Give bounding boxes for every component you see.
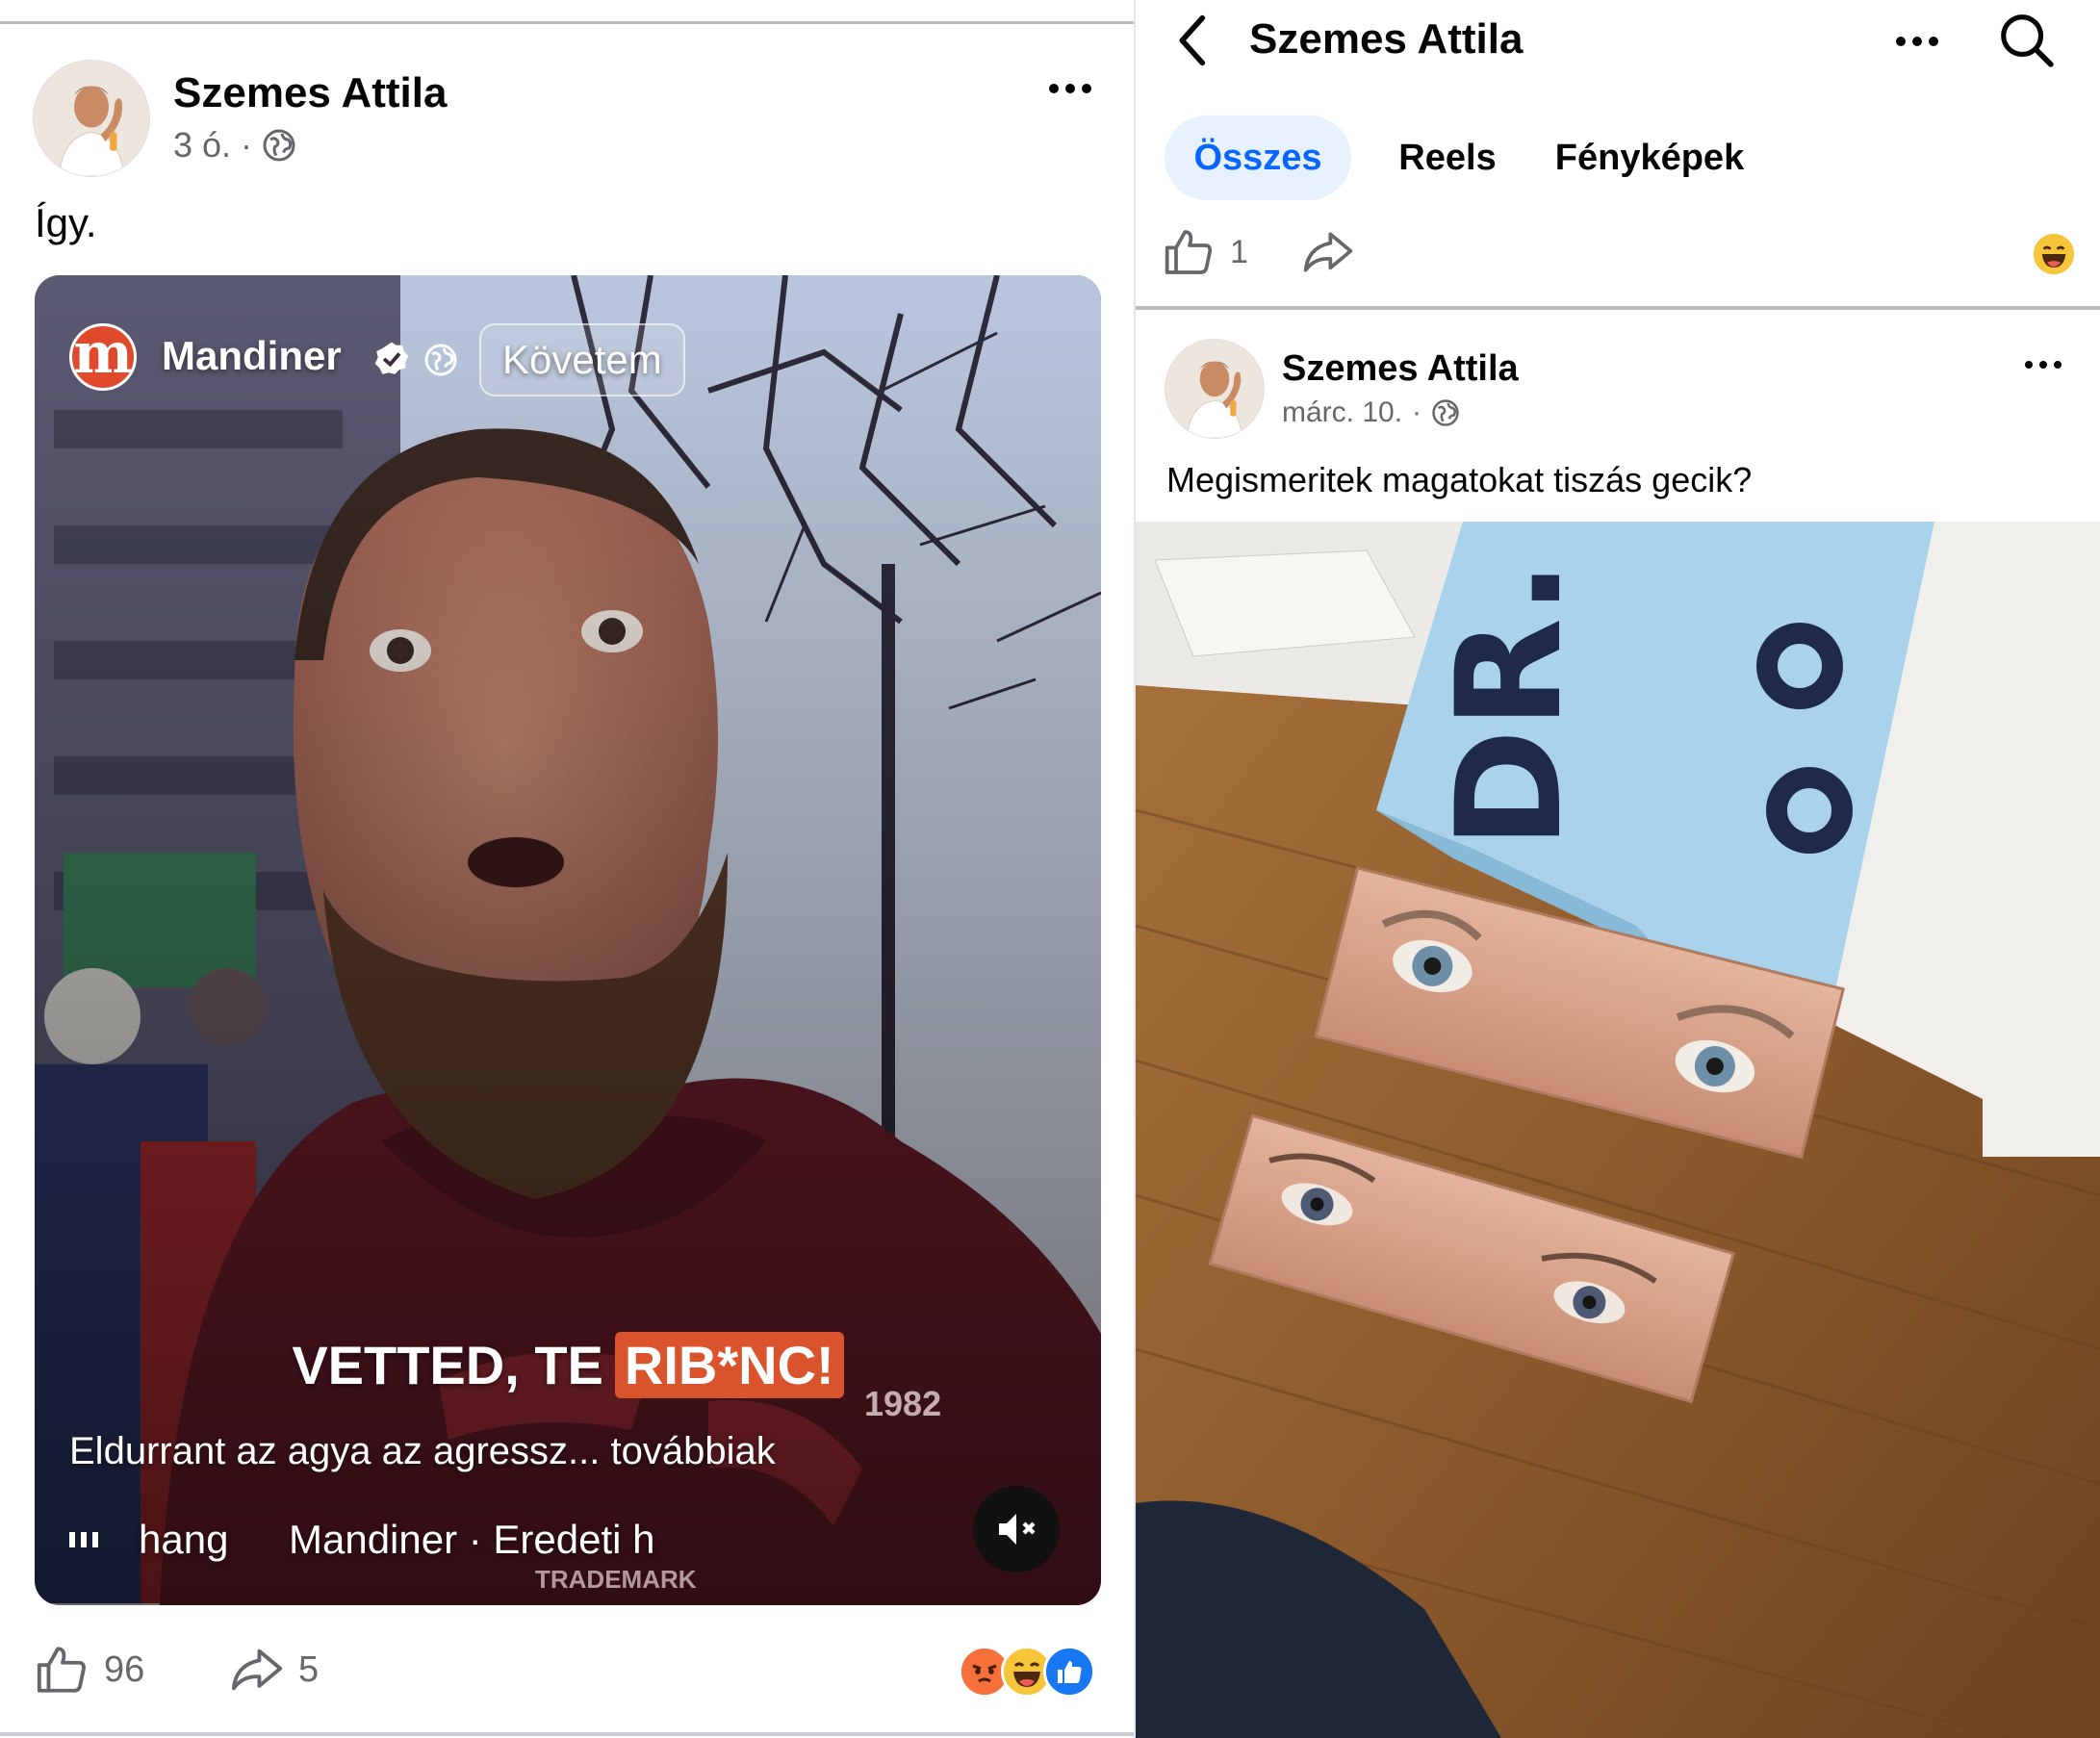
more-icon[interactable] xyxy=(1049,84,1091,93)
shirt-trademark: TRADEMARK xyxy=(535,1565,697,1594)
video-player[interactable]: m Mandiner Követem VETTED, TE RIB*NC! 19… xyxy=(35,275,1101,1605)
reaction-summary[interactable] xyxy=(959,1646,1103,1700)
meta-separator: · xyxy=(241,125,253,165)
audio-bars-icon xyxy=(69,1528,98,1547)
follow-button[interactable]: Követem xyxy=(479,323,685,396)
left-post-panel: Szemes Attila 3 ó. · Így. m Mandiner Köv… xyxy=(0,0,1136,1738)
tab-reels[interactable]: Reels xyxy=(1380,115,1515,200)
like-button[interactable]: 1 xyxy=(1163,225,1248,279)
like-button[interactable]: 96 xyxy=(35,1642,144,1698)
share-button[interactable]: 5 xyxy=(229,1642,319,1698)
haha-reaction-icon[interactable] xyxy=(2031,231,2077,277)
top-divider xyxy=(0,21,1136,24)
like-reaction-icon xyxy=(1043,1646,1095,1698)
globe-icon xyxy=(1432,399,1459,426)
share-count: 5 xyxy=(298,1649,320,1690)
meta-separator: · xyxy=(1412,396,1422,428)
mute-icon xyxy=(999,1514,1036,1545)
like-icon xyxy=(1165,230,1213,274)
follow-label: Követem xyxy=(502,337,662,382)
post-text: Így. xyxy=(35,200,97,245)
globe-icon xyxy=(263,129,295,162)
share-icon xyxy=(231,1649,283,1691)
post-meta: 3 ó. · xyxy=(173,125,296,166)
like-count: 96 xyxy=(104,1649,145,1690)
headline-highlight: RIB*NC! xyxy=(614,1332,844,1398)
post-text: Megismeritek magatokat tiszás gecik? xyxy=(1166,460,1753,499)
video-caption[interactable]: Eldurrant az agya az agressz... továbbia… xyxy=(69,1430,776,1473)
bottom-divider xyxy=(0,1732,1136,1736)
back-icon[interactable] xyxy=(1172,13,1215,67)
verified-icon xyxy=(374,342,409,374)
headline-text: VETTED, TE xyxy=(292,1335,603,1395)
mute-button[interactable] xyxy=(973,1486,1060,1572)
audio-source[interactable]: Mandiner · Eredeti h xyxy=(289,1517,741,1563)
shirt-year: 1982 xyxy=(864,1384,942,1423)
post-time: márc. 10. xyxy=(1282,396,1403,428)
photo-image: DR. FA xyxy=(1136,522,2100,1738)
post-time: 3 ó. xyxy=(173,125,232,165)
post-photo[interactable]: DR. FA xyxy=(1136,522,2100,1738)
avatar-photo xyxy=(34,61,149,176)
tab-osszes[interactable]: Összes xyxy=(1165,115,1351,200)
more-icon[interactable] xyxy=(1896,37,1938,46)
audio-label[interactable]: hang xyxy=(139,1517,228,1563)
avatar[interactable] xyxy=(33,60,150,177)
share-icon xyxy=(1303,232,1353,272)
globe-icon xyxy=(424,344,457,376)
post-author[interactable]: Szemes Attila xyxy=(1282,348,1519,390)
logo-letter: m xyxy=(73,320,133,386)
page-logo[interactable]: m xyxy=(69,323,137,391)
poster-text: DR. FA xyxy=(1426,522,1594,849)
like-icon xyxy=(37,1647,86,1693)
like-count: 1 xyxy=(1230,233,1248,270)
page-name[interactable]: Mandiner xyxy=(162,333,342,379)
more-icon[interactable] xyxy=(2025,361,2062,369)
avatar-photo xyxy=(1165,340,1264,438)
avatar[interactable] xyxy=(1165,339,1265,439)
tab-fenykepek[interactable]: Fényképek xyxy=(1544,115,1755,200)
header-title: Szemes Attila xyxy=(1249,15,1524,63)
post-meta: márc. 10. · xyxy=(1282,396,1460,429)
search-icon[interactable] xyxy=(1996,10,2056,69)
profile-panel: Szemes Attila Összes Reels Fényképek 1 S… xyxy=(1136,0,2100,1738)
post-separator xyxy=(1136,306,2100,310)
share-button[interactable] xyxy=(1301,225,1355,279)
post-author[interactable]: Szemes Attila xyxy=(173,69,447,117)
